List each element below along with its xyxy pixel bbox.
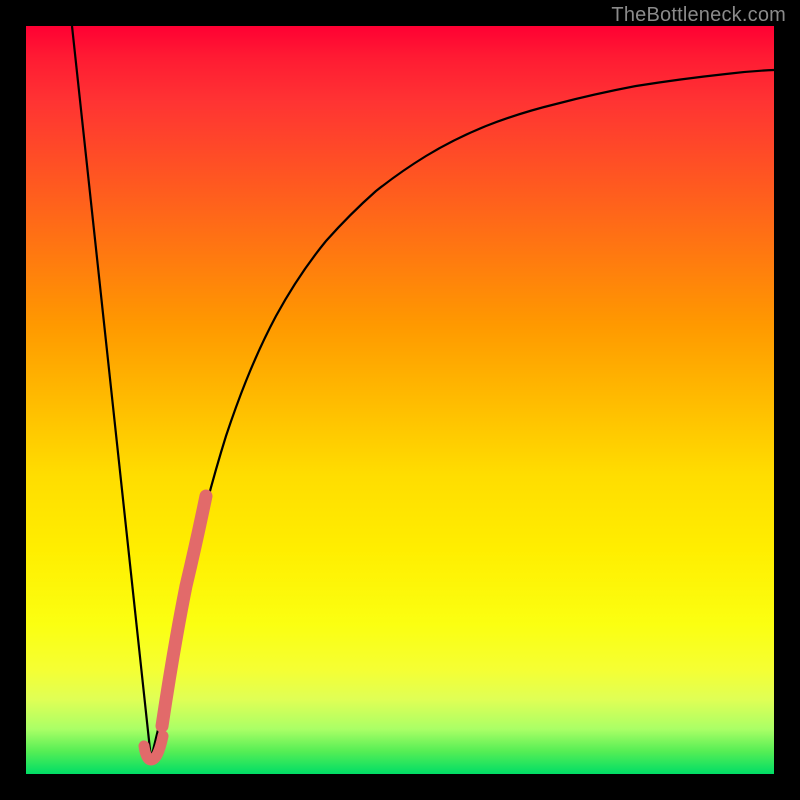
- highlight-segment: [162, 496, 206, 726]
- chart-container: TheBottleneck.com: [0, 0, 800, 800]
- plot-area: [26, 26, 774, 774]
- right-rising-curve: [151, 70, 774, 759]
- watermark-text: TheBottleneck.com: [611, 4, 786, 27]
- chart-svg: [26, 26, 774, 774]
- left-descending-line: [72, 26, 151, 759]
